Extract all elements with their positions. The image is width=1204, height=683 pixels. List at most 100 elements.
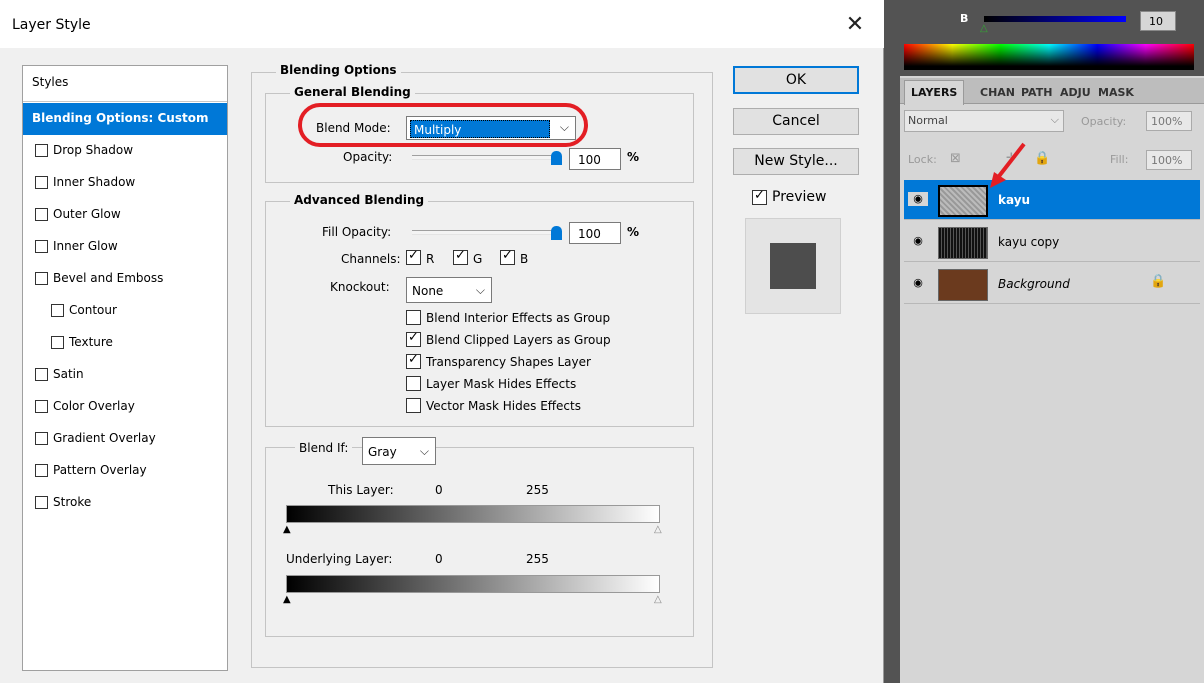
eye-icon[interactable]: ◉ [908,276,928,290]
styles-list: Styles Blending Options: Custom Drop Sha… [22,65,228,671]
blend-interior-checkbox[interactable] [406,310,421,325]
black-stop-icon[interactable]: ▲ [283,525,291,535]
channels-label: Channels: [341,252,401,266]
cancel-button[interactable]: Cancel [733,108,859,135]
layer-blend-mode-value: Normal [908,114,948,127]
this-layer-gradient[interactable] [286,505,660,523]
layers-panel-area: B △ 10 LAYERS CHAN PATH ADJU MASK Normal… [900,0,1204,683]
style-item-satin[interactable]: Satin [23,359,227,391]
style-item-label: Bevel and Emboss [53,271,164,285]
color-spectrum[interactable] [904,44,1194,70]
channel-b-checkbox[interactable]: ✓ [500,248,515,265]
checkbox[interactable] [35,208,48,221]
style-item-stroke[interactable]: Stroke [23,487,227,519]
lock-icon: 🔒 [1150,274,1167,289]
chevron-down-icon: ⌵ [475,283,485,297]
style-item-inner-glow[interactable]: Inner Glow [23,231,227,263]
style-item-gradient-overlay[interactable]: Gradient Overlay [23,423,227,455]
opacity-label: Opacity: [343,150,393,164]
panel-tabs: LAYERS CHAN PATH ADJU MASK [900,78,1204,105]
eye-icon[interactable]: ◉ [908,192,928,206]
blue-channel-slider[interactable] [984,16,1126,22]
black-stop-icon[interactable]: ▲ [283,595,291,605]
style-item-outer-glow[interactable]: Outer Glow [23,199,227,231]
tab-adjustments[interactable]: ADJU [1060,82,1091,104]
lock-transparency-icon[interactable]: ⊠ [950,151,961,166]
vector-mask-hides-checkbox[interactable] [406,398,421,413]
layer-opacity-input[interactable]: 100% [1146,111,1192,131]
checkbox[interactable] [35,464,48,477]
blue-channel-value[interactable]: 10 [1140,11,1176,31]
fill-opacity-slider-thumb[interactable] [551,226,562,240]
layer-fill-input[interactable]: 100% [1146,150,1192,170]
opacity-slider-thumb[interactable] [551,151,562,165]
tab-layers[interactable]: LAYERS [904,80,965,105]
checkbox[interactable] [35,240,48,253]
style-item-texture[interactable]: Texture [23,327,227,359]
white-stop-icon[interactable]: △ [654,525,662,535]
style-item-inner-shadow[interactable]: Inner Shadow [23,167,227,199]
blend-clipped-checkbox[interactable]: ✓ [406,330,421,347]
style-item-contour[interactable]: Contour [23,295,227,327]
fill-opacity-label: Fill Opacity: [322,225,392,239]
check-icon: ✓ [408,248,419,263]
layer-thumbnail [938,185,988,217]
layer-thumbnail [938,227,988,259]
opacity-slider-track[interactable] [412,155,560,160]
knockout-label: Knockout: [330,280,390,294]
blend-if-select[interactable]: Gray ⌵ [362,437,436,465]
dialog-titlebar: Layer Style ✕ [0,0,884,48]
checkbox[interactable] [51,304,64,317]
style-item-label: Pattern Overlay [53,463,147,477]
blend-clipped-label: Blend Clipped Layers as Group [426,333,611,347]
knockout-select[interactable]: None ⌵ [406,277,492,303]
underlying-layer-label: Underlying Layer: [286,552,393,566]
checkbox[interactable] [35,176,48,189]
layer-row-background[interactable]: ◉ Background 🔒 [904,264,1200,304]
white-stop-icon[interactable]: △ [654,595,662,605]
fill-opacity-slider-track[interactable] [412,230,560,235]
preview-checkbox[interactable]: ✓ [752,188,767,205]
checkbox[interactable] [35,432,48,445]
layer-blend-mode-select[interactable]: Normal ⌵ [904,110,1064,132]
lock-all-icon[interactable]: 🔒 [1034,151,1050,166]
style-item-label: Color Overlay [53,399,135,413]
style-item-label: Gradient Overlay [53,431,156,445]
checkbox[interactable] [35,400,48,413]
checkbox[interactable] [35,144,48,157]
layer-mask-hides-checkbox[interactable] [406,376,421,391]
checkbox[interactable] [35,368,48,381]
style-item-drop-shadow[interactable]: Drop Shadow [23,135,227,167]
tab-paths[interactable]: PATH [1021,82,1052,104]
style-item-bevel-emboss[interactable]: Bevel and Emboss [23,263,227,295]
style-item-blending-options[interactable]: Blending Options: Custom [23,103,227,135]
eye-icon[interactable]: ◉ [908,234,928,248]
fill-opacity-unit: % [627,225,640,239]
tab-channels[interactable]: CHAN [980,82,1015,104]
advanced-blending-title: Advanced Blending [290,193,429,207]
channel-g-checkbox[interactable]: ✓ [453,248,468,265]
new-style-button[interactable]: New Style... [733,148,859,175]
fill-opacity-input[interactable]: 100 [569,222,621,244]
checkbox[interactable] [35,496,48,509]
ok-button[interactable]: OK [733,66,859,94]
channel-r-checkbox[interactable]: ✓ [406,248,421,265]
style-item-label: Satin [53,367,84,381]
tab-masks[interactable]: MASK [1098,82,1134,104]
checkbox[interactable] [35,272,48,285]
style-item-pattern-overlay[interactable]: Pattern Overlay [23,455,227,487]
this-layer-max: 255 [526,483,549,497]
layer-row-kayu[interactable]: ◉ kayu [904,180,1200,220]
layer-row-kayu-copy[interactable]: ◉ kayu copy [904,222,1200,262]
transparency-shapes-checkbox[interactable]: ✓ [406,352,421,369]
blend-if-label: Blend If: [295,441,353,455]
underlying-layer-gradient[interactable] [286,575,660,593]
annotation-arrow [990,142,1026,188]
styles-header[interactable]: Styles [23,66,227,102]
opacity-input[interactable]: 100 [569,148,621,170]
checkbox[interactable] [51,336,64,349]
style-item-color-overlay[interactable]: Color Overlay [23,391,227,423]
slider-thumb-icon[interactable]: △ [980,23,988,34]
close-icon[interactable]: ✕ [840,10,870,40]
chevron-down-icon: ⌵ [1050,113,1059,126]
